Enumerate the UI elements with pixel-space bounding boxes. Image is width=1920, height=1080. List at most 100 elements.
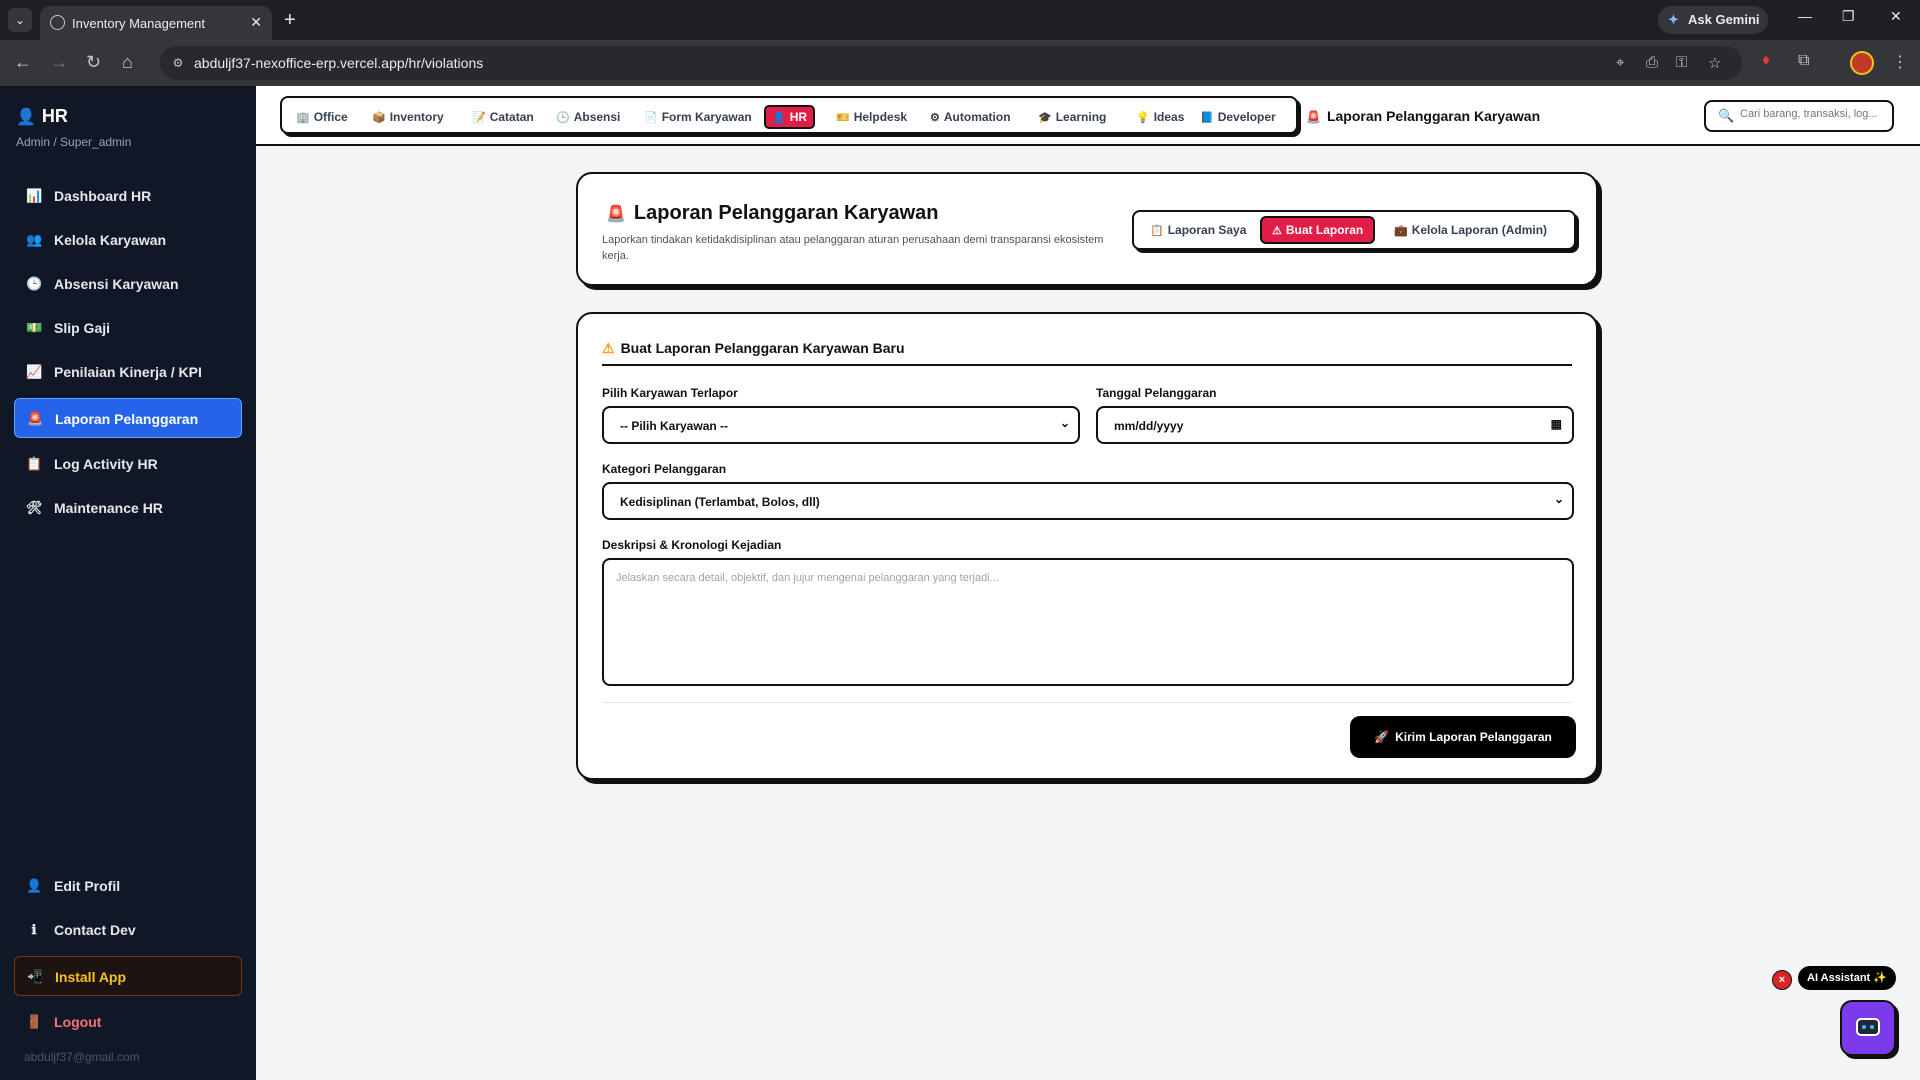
tab-buat-laporan[interactable]: ⚠ Buat Laporan (1260, 216, 1376, 244)
calendar-icon[interactable]: ▦ (1551, 417, 1562, 431)
site-info-icon[interactable]: ⚙ (168, 53, 188, 73)
search-input[interactable] (1740, 108, 1890, 120)
clipboard-icon: 📋 (1150, 225, 1164, 237)
nav-absensi[interactable]: 🕒 Absensi (556, 105, 620, 129)
ask-gemini-button[interactable]: ✦ Ask Gemini (1658, 6, 1768, 34)
sidebar: 👤 HR Admin / Super_admin 📊 Dashboard HR 👥 K… (0, 86, 256, 1080)
nav-office[interactable]: 🏢 Office (296, 105, 348, 129)
profile-avatar[interactable] (1850, 51, 1874, 75)
rocket-icon: 🚀 (1374, 730, 1390, 744)
nav-automation[interactable]: ⚙ Automation (930, 105, 1011, 129)
nav-catatan[interactable]: 📝 Catatan (472, 105, 534, 129)
forward-icon[interactable]: → (50, 52, 68, 72)
browser-tab[interactable]: Inventory Management ✕ (40, 6, 272, 40)
sidebar-title: 👤 HR (16, 106, 68, 126)
user-icon: 👤 (16, 109, 36, 126)
extensions-puzzle-icon[interactable]: ⧉ (1798, 52, 1809, 70)
more-menu-icon[interactable]: ⋮ (1892, 52, 1908, 72)
category-select[interactable]: Kedisiplinan (Terlambat, Bolos, dll) ⌄ (602, 482, 1574, 520)
nav-ideas[interactable]: 💡 Ideas (1136, 105, 1184, 129)
restore-icon[interactable]: ❐ (1842, 8, 1855, 25)
install-app-button[interactable]: 📲 Install App (14, 956, 242, 996)
date-input[interactable]: mm/dd/yyyy ▦ (1096, 406, 1574, 444)
back-icon[interactable]: ← (14, 52, 32, 72)
box-icon: 📦 (372, 112, 386, 124)
global-search[interactable]: 🔍 (1704, 100, 1894, 132)
nav-learning[interactable]: 🎓 Learning (1038, 105, 1106, 129)
tab-laporan-saya[interactable]: 📋 Laporan Saya (1150, 216, 1246, 244)
employee-select[interactable]: -- Pilih Karyawan -- ⌄ (602, 406, 1080, 444)
ai-assistant-button[interactable] (1840, 1000, 1896, 1056)
siren-icon: 🚨 (606, 206, 626, 223)
extension-icon[interactable]: ♦ (1762, 52, 1770, 70)
date-label: Tanggal Pelanggaran (1096, 386, 1217, 400)
sidebar-item-kpi[interactable]: 📈 Penilaian Kinerja / KPI (14, 352, 242, 392)
tab-title: Inventory Management (72, 16, 205, 31)
sidebar-item-maintenance[interactable]: 🛠 Maintenance HR (14, 488, 242, 528)
page-description: Laporkan tindakan ketidakdisiplinan atau… (602, 234, 1104, 262)
address-bar[interactable]: ⚙ abduljf37-nexoffice-erp.vercel.app/hr/… (160, 46, 1742, 80)
submit-report-button[interactable]: 🚀 Kirim Laporan Pelanggaran (1350, 716, 1576, 758)
new-tab-button[interactable]: + (284, 8, 296, 32)
form-divider (602, 364, 1572, 366)
nav-inventory[interactable]: 📦 Inventory (372, 105, 444, 129)
tab-kelola-laporan[interactable]: 💼 Kelola Laporan (Admin) (1394, 216, 1547, 244)
chevron-down-icon: ⌄ (1059, 416, 1070, 430)
description-textarea[interactable]: Jelaskan secara detail, objektif, dan ju… (602, 558, 1574, 686)
page-title: 🚨 Laporan Pelanggaran Karyawan (606, 202, 939, 224)
user-email: abduljf37@gmail.com (24, 1050, 140, 1064)
user-icon: 👤 (26, 878, 43, 893)
employee-label: Pilih Karyawan Terlapor (602, 386, 738, 400)
close-assistant-icon[interactable]: × (1772, 970, 1792, 990)
ticket-icon: 🎫 (836, 112, 850, 124)
sidebar-item-log-activity[interactable]: 📋 Log Activity HR (14, 444, 242, 484)
form-title: ⚠ Buat Laporan Pelanggaran Karyawan Baru (602, 340, 905, 356)
tab-search-button[interactable]: ⌄ (8, 8, 32, 32)
bookmark-star-icon[interactable]: ☆ (1708, 54, 1721, 72)
graduation-cap-icon: 🎓 (1038, 112, 1052, 124)
sidebar-subtitle: Admin / Super_admin (16, 135, 132, 149)
url-text[interactable]: abduljf37-nexoffice-erp.vercel.app/hr/vi… (194, 55, 483, 71)
sidebar-item-slip-gaji[interactable]: 💵 Slip Gaji (14, 308, 242, 348)
install-app-icon[interactable]: ⎙ (1646, 54, 1658, 71)
install-icon: 📲 (27, 969, 44, 984)
door-icon: 🚪 (26, 1014, 43, 1029)
nav-hr[interactable]: 👤 HR (764, 105, 816, 129)
siren-icon: 🚨 (27, 411, 44, 426)
description-label: Deskripsi & Kronologi Kejadian (602, 538, 782, 552)
sidebar-item-laporan-pelanggaran[interactable]: 🚨 Laporan Pelanggaran (14, 398, 242, 438)
employee-select-value: -- Pilih Karyawan -- (620, 419, 729, 433)
ai-assistant-label[interactable]: AI Assistant ✨ (1798, 966, 1896, 990)
form-footer-divider (602, 702, 1572, 703)
sidebar-item-dashboard-hr[interactable]: 📊 Dashboard HR (14, 176, 242, 216)
module-nav: 🏢 Office 📦 Inventory 📝 Catatan 🕒 Absensi 📄 Fo… (280, 96, 1298, 134)
briefcase-icon: 💼 (1394, 225, 1408, 237)
nav-helpdesk[interactable]: 🎫 Helpdesk (836, 105, 907, 129)
trend-icon: 📈 (26, 364, 43, 379)
violation-form-card: ⚠ Buat Laporan Pelanggaran Karyawan Baru … (576, 312, 1598, 780)
clipboard-icon: 📋 (26, 456, 43, 471)
browser-tab-bar: ⌄ Inventory Management ✕ + ✦ Ask Gemini … (0, 0, 1920, 40)
close-tab-icon[interactable]: ✕ (250, 14, 262, 31)
lightbulb-icon: 💡 (1136, 112, 1150, 124)
reload-icon[interactable]: ↻ (86, 52, 101, 72)
sidebar-item-contact-dev[interactable]: ℹ Contact Dev (14, 910, 242, 950)
close-window-icon[interactable]: ✕ (1890, 8, 1902, 25)
password-key-icon[interactable]: ⚿ (1676, 54, 1687, 71)
nav-form-karyawan[interactable]: 📄 Form Karyawan (644, 105, 752, 129)
nav-developer[interactable]: 📘 Developer (1200, 105, 1276, 129)
gemini-sparkle-icon: ✦ (1668, 12, 1679, 27)
top-navbar: 🏢 Office 📦 Inventory 📝 Catatan 🕒 Absensi 📄 Fo… (256, 86, 1920, 146)
report-tabs: 📋 Laporan Saya ⚠ Buat Laporan 💼 Kelola Lapo… (1132, 210, 1576, 250)
home-icon[interactable]: ⌂ (122, 52, 133, 72)
minimize-icon[interactable]: — (1798, 8, 1812, 24)
location-icon[interactable]: ⌖ (1616, 54, 1624, 71)
sidebar-item-kelola-karyawan[interactable]: 👥 Kelola Karyawan (14, 220, 242, 260)
warning-icon: ⚠ (1272, 225, 1282, 237)
sidebar-item-edit-profil[interactable]: 👤 Edit Profil (14, 866, 242, 906)
siren-icon: 🚨 (1306, 110, 1321, 124)
sidebar-item-absensi-karyawan[interactable]: 🕒 Absensi Karyawan (14, 264, 242, 304)
user-icon: 👤 (772, 112, 786, 124)
logout-button[interactable]: 🚪 Logout (14, 1002, 242, 1042)
search-icon: 🔍 (1718, 108, 1735, 123)
